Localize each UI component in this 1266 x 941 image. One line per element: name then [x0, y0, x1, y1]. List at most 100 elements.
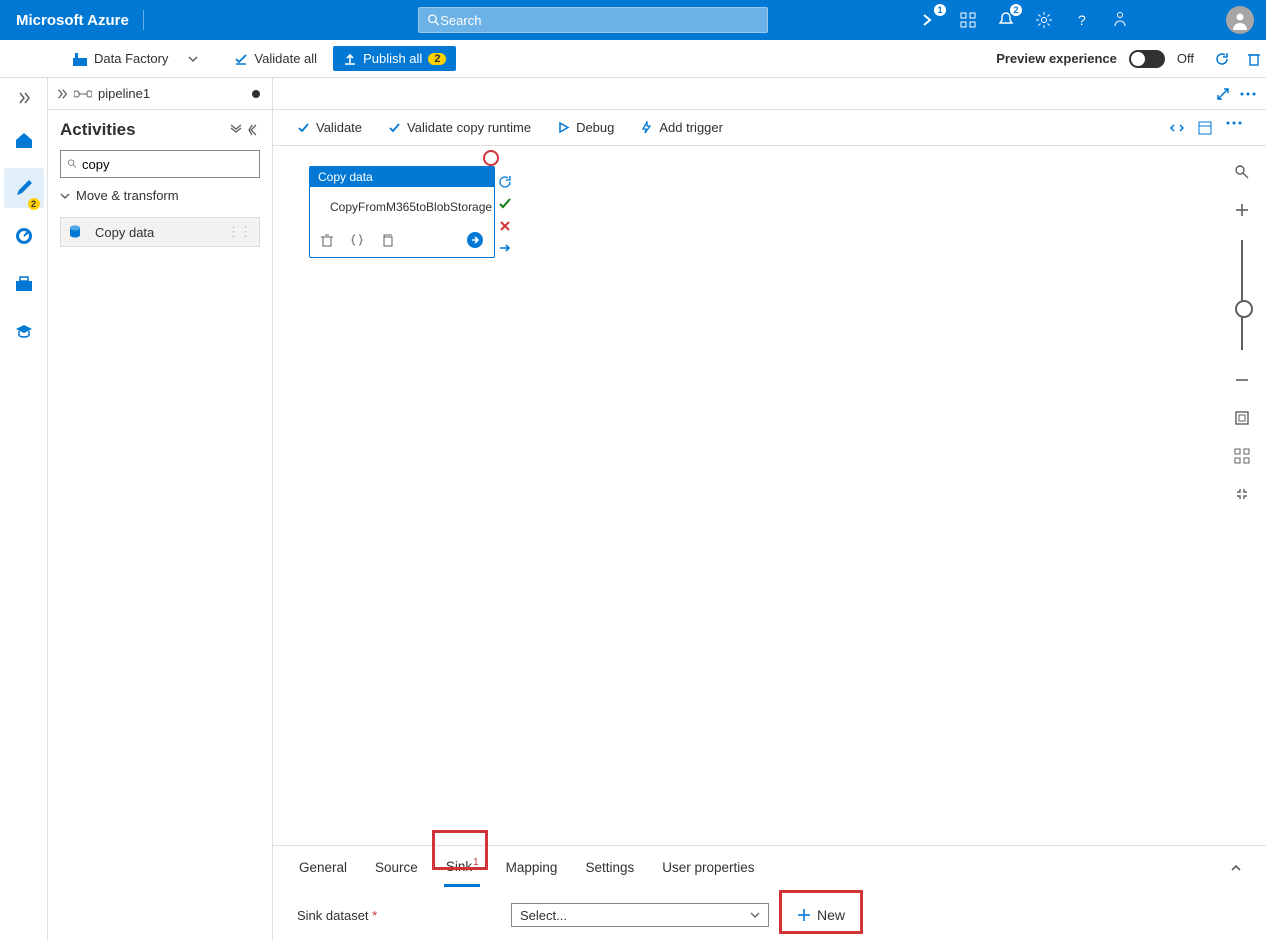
global-search[interactable]: [418, 7, 768, 33]
layout-button[interactable]: [1230, 444, 1254, 468]
global-search-input[interactable]: [440, 13, 759, 28]
zoom-out-button[interactable]: [1230, 368, 1254, 392]
azure-top-bar: Microsoft Azure 1 2 ?: [0, 0, 1266, 40]
tab-mapping[interactable]: Mapping: [504, 850, 560, 885]
gauge-icon: [14, 226, 34, 246]
activities-sidebar: pipeline1 Activities Move & transform Co…: [48, 78, 273, 941]
tab-user-properties[interactable]: User properties: [660, 850, 756, 885]
refresh-icon[interactable]: [497, 174, 513, 190]
braces-icon[interactable]: [350, 233, 364, 247]
pipeline-canvas[interactable]: Copy data CopyFromM365toBlobStorage: [273, 146, 1266, 845]
activity-copy-data[interactable]: Copy data ⋮⋮: [60, 217, 260, 247]
fit-screen-button[interactable]: [1230, 406, 1254, 430]
delete-icon[interactable]: [1246, 51, 1262, 67]
rail-manage[interactable]: [4, 264, 44, 304]
rail-home[interactable]: [4, 120, 44, 160]
toolbox-icon: [14, 274, 34, 294]
highlight-sink-tab: [432, 830, 488, 870]
more-icon[interactable]: [1240, 87, 1256, 101]
search-canvas-button[interactable]: [1230, 160, 1254, 184]
rail-author[interactable]: 2: [4, 168, 44, 208]
rail-learn[interactable]: [4, 312, 44, 352]
category-label: Move & transform: [76, 188, 179, 203]
refresh-icon[interactable]: [1214, 51, 1230, 67]
copy-icon[interactable]: [380, 233, 394, 247]
pencil-icon: [14, 178, 34, 198]
sink-panel: Sink dataset * Select... New: [273, 889, 1266, 941]
play-icon: [557, 121, 570, 134]
tab-general[interactable]: General: [297, 850, 349, 885]
feedback-icon[interactable]: [1110, 10, 1130, 30]
debug-button[interactable]: Debug: [557, 120, 614, 135]
activity-label: Copy data: [95, 225, 154, 240]
validate-all-label: Validate all: [254, 51, 317, 66]
property-tabs: General Source Sink1 Mapping Settings Us…: [273, 845, 1266, 889]
canvas-floating-tools: [1230, 160, 1254, 506]
home-icon: [13, 129, 35, 151]
sink-dataset-label: Sink dataset: [297, 908, 369, 923]
validate-all-button[interactable]: Validate all: [224, 47, 327, 70]
copy-data-node[interactable]: Copy data CopyFromM365toBlobStorage: [309, 166, 495, 258]
data-factory-breadcrumb[interactable]: Data Factory: [62, 47, 208, 71]
help-icon[interactable]: ?: [1072, 10, 1092, 30]
drag-handle-icon[interactable]: ⋮⋮: [227, 224, 251, 240]
expand-icon[interactable]: [1216, 87, 1230, 101]
validate-button[interactable]: Validate: [297, 120, 362, 135]
activities-title: Activities: [60, 120, 136, 140]
validate-runtime-button[interactable]: Validate copy runtime: [388, 120, 531, 135]
code-icon[interactable]: [1170, 121, 1184, 135]
rail-expand-button[interactable]: [4, 84, 44, 112]
more-icon[interactable]: [1226, 121, 1242, 125]
pipeline-tab[interactable]: pipeline1: [48, 78, 272, 110]
trigger-icon: [640, 121, 653, 134]
chevron-up-icon[interactable]: [1230, 862, 1242, 874]
cloud-shell-badge: 1: [934, 4, 946, 16]
publish-all-button[interactable]: Publish all 2: [333, 46, 456, 71]
node-body: CopyFromM365toBlobStorage: [310, 187, 494, 227]
double-chevron-right-icon[interactable]: [56, 88, 68, 100]
arrow-right-circle-icon[interactable]: [466, 231, 484, 249]
sink-dataset-select[interactable]: Select...: [511, 903, 769, 927]
tab-settings[interactable]: Settings: [583, 850, 636, 885]
toggle-state-label: Off: [1177, 51, 1194, 66]
svg-text:?: ?: [1078, 12, 1086, 28]
search-icon: [427, 13, 440, 27]
unsaved-indicator: [252, 90, 260, 98]
activities-search-input[interactable]: [82, 157, 253, 172]
status-circle-icon: [483, 150, 499, 166]
canvas-action-bar: Validate Validate copy runtime Debug Add…: [273, 110, 1266, 146]
search-icon: [67, 158, 78, 170]
error-icon: [497, 218, 513, 234]
notifications-icon[interactable]: 2: [996, 10, 1016, 30]
tab-source[interactable]: Source: [373, 850, 420, 885]
brand-label: Microsoft Azure: [16, 12, 129, 29]
collapse-all-icon[interactable]: [230, 124, 242, 136]
zoom-slider[interactable]: [1241, 240, 1243, 350]
cloud-shell-icon[interactable]: 1: [920, 10, 940, 30]
skip-icon: [497, 240, 513, 256]
check-icon: [388, 121, 401, 134]
activities-search[interactable]: [60, 150, 260, 178]
category-move-transform[interactable]: Move & transform: [48, 178, 272, 213]
check-icon: [234, 52, 248, 66]
add-trigger-button[interactable]: Add trigger: [640, 120, 723, 135]
trash-icon[interactable]: [320, 233, 334, 247]
zoom-in-button[interactable]: [1230, 198, 1254, 222]
preview-experience-label: Preview experience: [996, 51, 1117, 66]
required-asterisk: *: [372, 908, 377, 923]
fullscreen-collapse-button[interactable]: [1230, 482, 1254, 506]
secondary-toolbar: Data Factory Validate all Publish all 2 …: [0, 40, 1266, 78]
rail-monitor[interactable]: [4, 216, 44, 256]
canvas-area: Validate Validate copy runtime Debug Add…: [273, 78, 1266, 941]
left-rail: 2: [0, 78, 48, 941]
validate-label: Validate: [316, 120, 362, 135]
user-avatar[interactable]: [1226, 6, 1254, 34]
plus-icon: [797, 908, 811, 922]
upload-icon: [343, 52, 357, 66]
new-dataset-button[interactable]: New: [783, 904, 859, 926]
settings-icon[interactable]: [1034, 10, 1054, 30]
preview-toggle[interactable]: [1129, 50, 1165, 68]
properties-icon[interactable]: [1198, 121, 1212, 135]
panel-collapse-icon[interactable]: [248, 124, 260, 136]
directory-icon[interactable]: [958, 10, 978, 30]
